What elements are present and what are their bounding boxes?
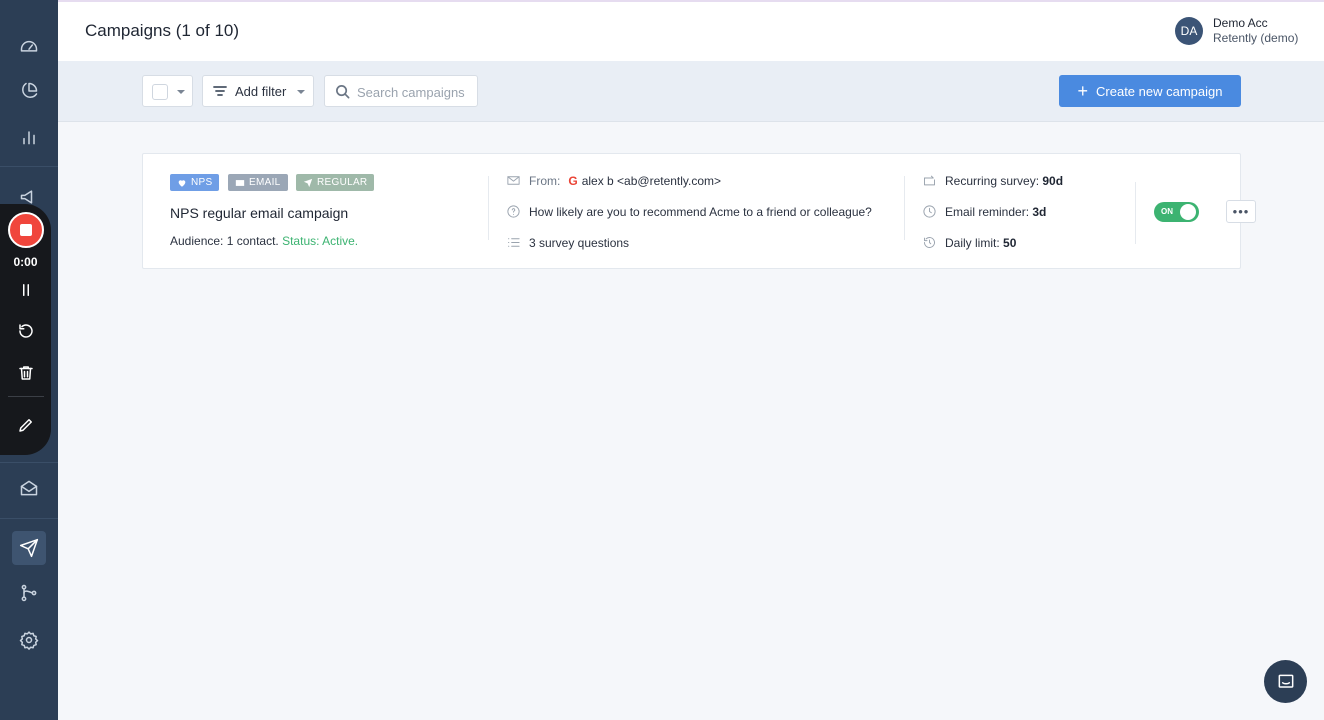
sidebar-item-analytics[interactable] bbox=[12, 120, 46, 154]
git-branch-icon bbox=[21, 584, 37, 602]
campaign-audience: Audience: 1 contact. Status: Active. bbox=[170, 234, 358, 248]
history-icon bbox=[924, 237, 935, 248]
from-label: From: bbox=[529, 173, 561, 188]
create-campaign-label: Create new campaign bbox=[1096, 83, 1223, 99]
tag-email: EMAIL bbox=[228, 174, 288, 191]
pie-chart-icon bbox=[22, 82, 38, 98]
envelope-icon bbox=[235, 179, 245, 186]
question-icon bbox=[507, 205, 520, 218]
tag-email-label: EMAIL bbox=[249, 177, 281, 188]
trash-icon bbox=[19, 366, 33, 380]
select-all-dropdown[interactable] bbox=[142, 75, 193, 107]
stop-recording-button[interactable] bbox=[8, 212, 44, 248]
recording-toolbar: 0:00 bbox=[0, 204, 51, 455]
more-options-button[interactable]: ••• bbox=[1226, 200, 1256, 223]
filter-icon bbox=[213, 86, 227, 96]
envelope-icon bbox=[507, 176, 520, 185]
recurring-row: Recurring survey: 90d bbox=[922, 173, 1063, 188]
search-icon bbox=[336, 85, 350, 99]
search-box[interactable] bbox=[324, 75, 478, 107]
pause-button[interactable] bbox=[13, 277, 39, 303]
question-row: How likely are you to recommend Acme to … bbox=[506, 204, 872, 219]
sidebar-item-settings[interactable] bbox=[12, 623, 46, 657]
restart-icon bbox=[19, 324, 33, 338]
tag-regular: REGULAR bbox=[296, 174, 375, 191]
repeat-icon bbox=[924, 175, 935, 186]
add-filter-button[interactable]: Add filter bbox=[202, 75, 314, 107]
page-header: Campaigns (1 of 10) DA Demo Acc Retently… bbox=[58, 0, 1324, 61]
reminder-value: 3d bbox=[1032, 204, 1047, 219]
sidebar-divider bbox=[0, 462, 58, 463]
survey-questions-count: 3 survey questions bbox=[529, 235, 630, 250]
heart-icon bbox=[178, 179, 186, 187]
audience-text: Audience: 1 contact. bbox=[170, 234, 279, 248]
survey-question: How likely are you to recommend Acme to … bbox=[529, 204, 872, 219]
restart-button[interactable] bbox=[13, 318, 39, 344]
list-icon bbox=[508, 238, 520, 247]
tag-regular-label: REGULAR bbox=[317, 177, 368, 188]
sidebar-item-workflows[interactable] bbox=[12, 576, 46, 610]
more-icon: ••• bbox=[1232, 204, 1250, 219]
delete-recording-button[interactable] bbox=[13, 360, 39, 386]
bar-chart-icon bbox=[23, 131, 35, 145]
limit-value: 50 bbox=[1003, 235, 1017, 250]
page-title: Campaigns (1 of 10) bbox=[85, 21, 240, 40]
column-divider bbox=[904, 176, 905, 240]
campaign-active-toggle[interactable]: ON bbox=[1154, 202, 1199, 222]
chevron-down-icon bbox=[177, 90, 185, 94]
google-icon: G bbox=[568, 173, 578, 188]
send-icon bbox=[19, 538, 39, 558]
sidebar-item-campaigns[interactable] bbox=[12, 531, 46, 565]
tag-nps-label: NPS bbox=[191, 177, 213, 188]
dashboard-icon bbox=[20, 40, 38, 52]
from-value: alex b <ab@retently.com> bbox=[581, 173, 722, 188]
stop-icon bbox=[20, 224, 32, 236]
reminder-row: Email reminder: 3d bbox=[922, 204, 1046, 219]
column-divider bbox=[488, 176, 489, 240]
create-campaign-button[interactable]: + Create new campaign bbox=[1059, 75, 1241, 107]
tag-nps: NPS bbox=[170, 174, 220, 191]
limit-label: Daily limit: bbox=[945, 235, 1000, 250]
reminder-label: Email reminder: bbox=[945, 204, 1030, 219]
chevron-down-icon bbox=[297, 90, 305, 94]
recorder-divider bbox=[8, 396, 44, 397]
questions-count-row: 3 survey questions bbox=[506, 235, 629, 250]
campaign-toolbar: Add filter + Create new campaign bbox=[58, 61, 1324, 122]
recurring-value: 90d bbox=[1042, 173, 1064, 188]
user-name[interactable]: Demo Acc bbox=[1213, 16, 1268, 30]
sidebar-divider bbox=[0, 166, 58, 167]
recurring-label: Recurring survey: bbox=[945, 173, 1040, 188]
add-filter-label: Add filter bbox=[235, 84, 287, 99]
toggle-knob bbox=[1180, 204, 1196, 220]
from-row: From: G alex b <ab@retently.com> bbox=[506, 173, 721, 188]
toggle-label: ON bbox=[1161, 207, 1173, 216]
status-badge: Status: Active. bbox=[282, 234, 359, 248]
select-all-checkbox[interactable] bbox=[152, 84, 168, 100]
user-company: Retently (demo) bbox=[1213, 31, 1299, 45]
avatar[interactable]: DA bbox=[1175, 17, 1203, 45]
sidebar-item-dashboard[interactable] bbox=[12, 28, 46, 62]
plus-icon: + bbox=[1077, 81, 1089, 101]
pencil-icon bbox=[19, 419, 32, 432]
sidebar-divider bbox=[0, 518, 58, 519]
inbox-icon bbox=[20, 480, 38, 496]
chat-icon bbox=[1278, 674, 1293, 688]
column-divider bbox=[1135, 182, 1136, 244]
limit-row: Daily limit: 50 bbox=[922, 235, 1016, 250]
recording-timer: 0:00 bbox=[13, 255, 38, 269]
clock-icon bbox=[923, 205, 936, 218]
search-input[interactable] bbox=[357, 82, 475, 102]
annotate-button[interactable] bbox=[13, 412, 39, 438]
chat-launcher-button[interactable] bbox=[1264, 660, 1307, 703]
send-icon bbox=[303, 178, 313, 187]
campaign-card[interactable]: NPS EMAIL REGULAR NPS regular email camp… bbox=[142, 153, 1256, 269]
sidebar-item-inbox[interactable] bbox=[12, 471, 46, 505]
pause-icon bbox=[23, 284, 29, 296]
campaign-name[interactable]: NPS regular email campaign bbox=[170, 205, 348, 221]
gear-icon bbox=[19, 631, 39, 650]
sidebar-item-reports[interactable] bbox=[12, 74, 46, 108]
